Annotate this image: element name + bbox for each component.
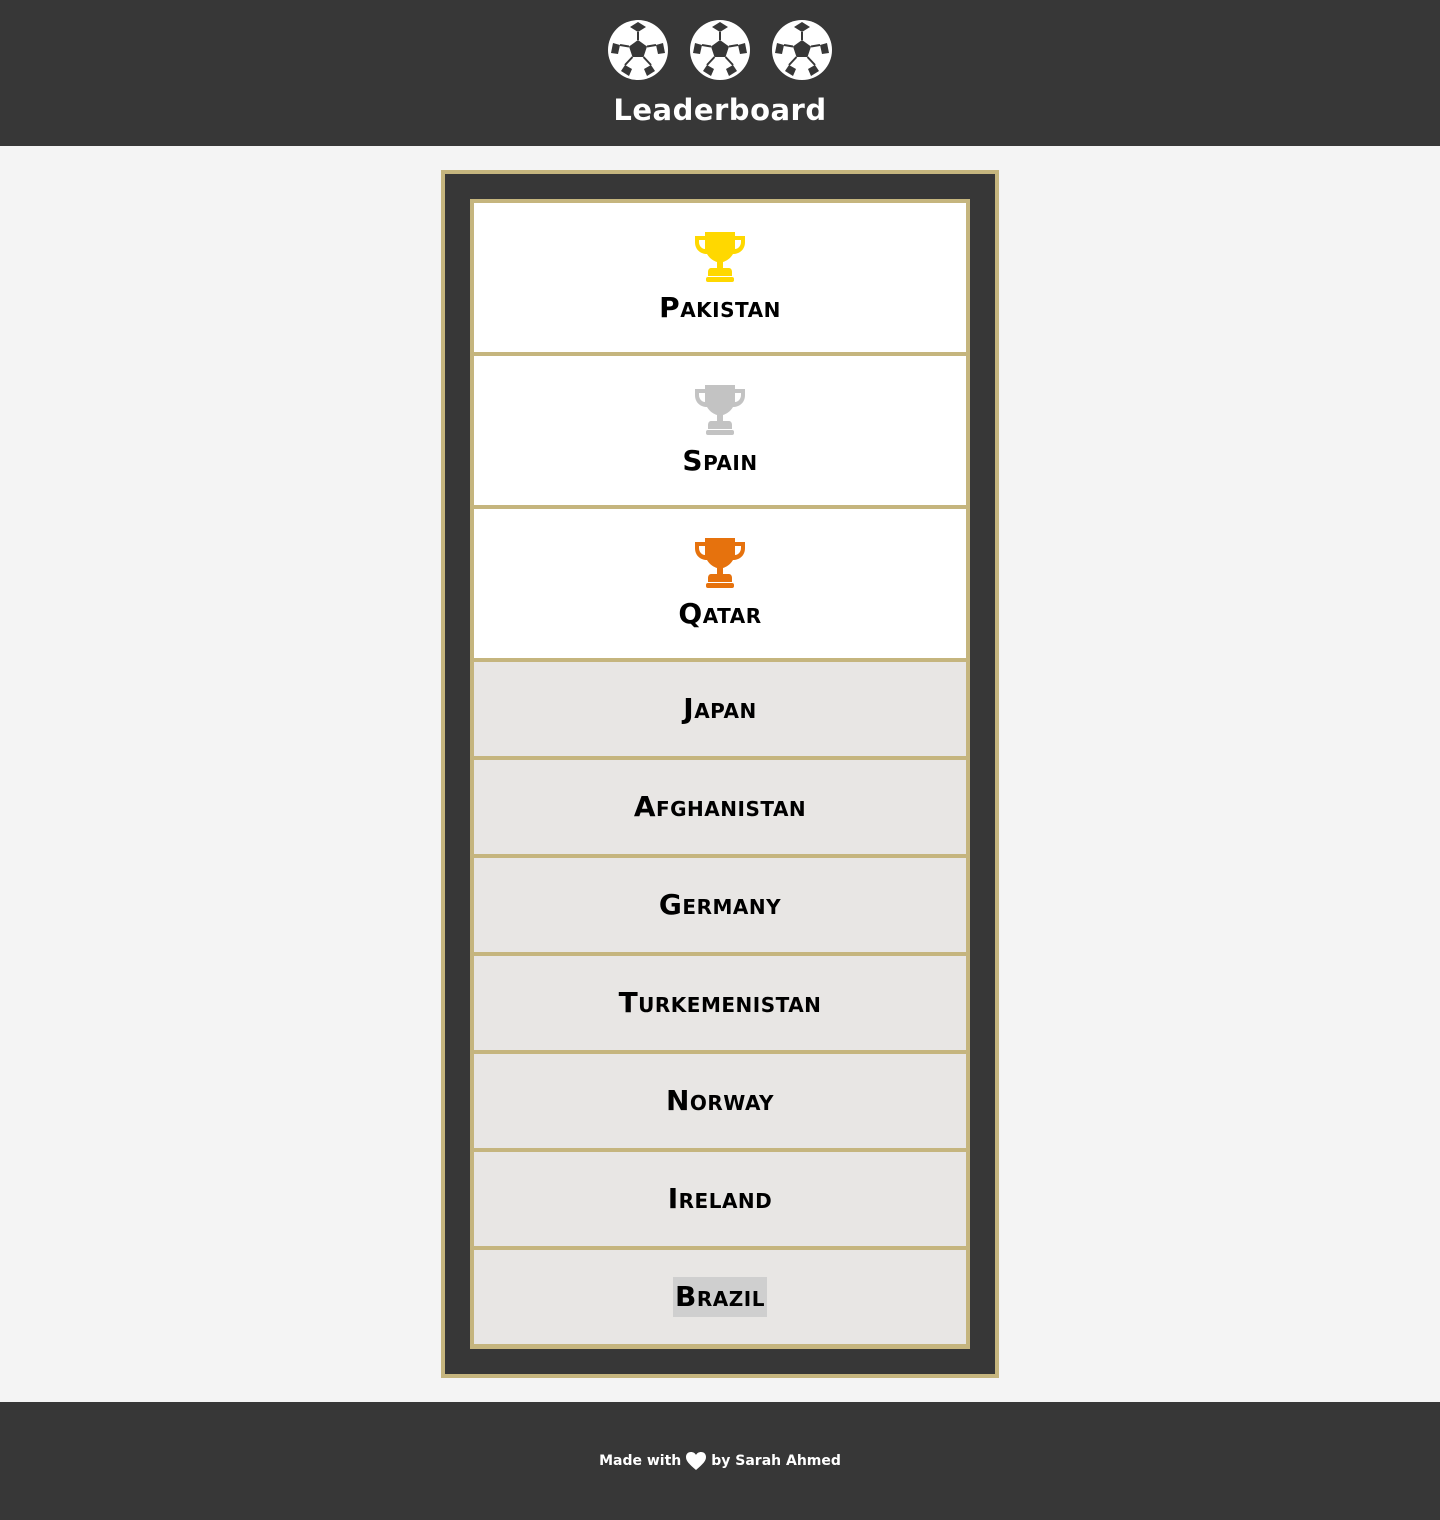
silver-trophy-icon <box>695 384 745 435</box>
leaderboard-row: Brazil <box>474 1250 966 1344</box>
country-name: Afghanistan <box>633 790 807 823</box>
leaderboard-inner: Pakistan Spain Qatar Japan Afghanistan G… <box>445 174 995 1374</box>
footer-author: by Sarah Ahmed <box>711 1453 841 1469</box>
country-name: Turkemenistan <box>618 986 822 1019</box>
soccer-ball-icon <box>690 20 750 80</box>
leaderboard-panel: Pakistan Spain Qatar Japan Afghanistan G… <box>441 170 999 1378</box>
page-title: Leaderboard <box>613 93 827 127</box>
bronze-trophy-icon <box>695 537 745 588</box>
leaderboard-list: Pakistan Spain Qatar Japan Afghanistan G… <box>470 199 970 1349</box>
leaderboard-row: Turkemenistan <box>474 956 966 1050</box>
country-name: Brazil <box>673 1277 767 1317</box>
country-name: Pakistan <box>659 290 781 324</box>
country-name: Japan <box>683 692 757 725</box>
heart-icon <box>686 1452 707 1470</box>
country-name: Germany <box>658 888 782 921</box>
gold-trophy-icon <box>695 231 745 282</box>
leaderboard-row: Japan <box>474 662 966 756</box>
soccer-ball-icon <box>772 20 832 80</box>
leaderboard-row: Afghanistan <box>474 760 966 854</box>
leaderboard-row-second: Spain <box>474 356 966 505</box>
leaderboard-row-third: Qatar <box>474 509 966 658</box>
footer-made-with: Made with <box>599 1453 682 1469</box>
soccer-ball-icon <box>608 20 668 80</box>
leaderboard-row-first: Pakistan <box>474 203 966 352</box>
country-name: Spain <box>682 443 758 477</box>
leaderboard-row: Norway <box>474 1054 966 1148</box>
header: Leaderboard <box>0 0 1440 146</box>
country-name: Qatar <box>678 596 762 630</box>
leaderboard-row: Germany <box>474 858 966 952</box>
footer: Made with by Sarah Ahmed <box>0 1402 1440 1520</box>
leaderboard-row: Ireland <box>474 1152 966 1246</box>
header-icons <box>606 18 834 82</box>
country-name: Ireland <box>667 1182 773 1215</box>
country-name: Norway <box>665 1084 775 1117</box>
